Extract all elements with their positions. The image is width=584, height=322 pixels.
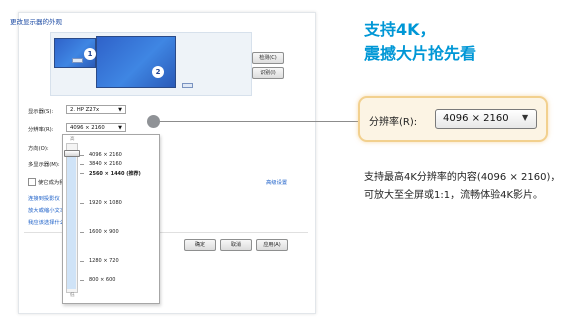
resolution-option-recommended[interactable]: 2560 × 1440 (推荐) (89, 170, 141, 177)
advanced-settings-link[interactable]: 高级设置 (266, 178, 287, 186)
slider-tick (80, 232, 84, 233)
display-select-value: 2. HP Z27x (70, 107, 100, 113)
slider-tick (80, 280, 84, 281)
resolution-option[interactable]: 1920 × 1080 (89, 200, 122, 206)
detect-button[interactable]: 检测(C) (252, 52, 284, 64)
slider-fill (67, 152, 76, 289)
resolution-option[interactable]: 1280 × 720 (89, 258, 119, 264)
chevron-down-icon: ▼ (522, 113, 529, 122)
monitor-1-number: 1 (84, 48, 96, 60)
resolution-slider-thumb[interactable] (64, 150, 80, 157)
slider-low-label: 低 (70, 293, 75, 298)
monitor-2-taskbar-icon (182, 83, 193, 88)
monitor-2-number: 2 (152, 66, 164, 78)
chevron-down-icon: ▼ (118, 107, 122, 113)
slider-high-label: 高 (70, 137, 75, 142)
callout-resolution-label: 分辨率(R): (369, 117, 418, 128)
connector-dot (147, 115, 160, 128)
monitor-1-taskbar-icon (72, 58, 83, 63)
resolution-option[interactable]: 800 × 600 (89, 277, 115, 283)
identify-button[interactable]: 识别(I) (252, 67, 284, 79)
description-line-1: 支持最高4K分辨率的内容(4096 × 2160)， (364, 172, 561, 183)
resolution-option[interactable]: 3840 × 2160 (89, 161, 122, 167)
slider-tick (80, 203, 84, 204)
description-line-2: 可放大至全屏或1:1，流畅体验4K影片。 (364, 190, 544, 201)
cancel-button[interactable]: 取消 (220, 239, 252, 251)
callout-resolution-value: 4096 × 2160 (443, 113, 509, 124)
apply-button[interactable]: 应用(A) (256, 239, 288, 251)
connector-line (159, 121, 358, 122)
ok-button[interactable]: 确定 (184, 239, 216, 251)
headline-line-1: 支持4K， (364, 20, 436, 39)
headline-line-2: 震撼大片抢先看 (364, 44, 477, 63)
resolution-select[interactable]: 4096 × 2160 ▼ (66, 123, 126, 132)
help-link[interactable]: 我应该选择什么 (28, 218, 65, 226)
text-size-link[interactable]: 放大或缩小文本 (28, 206, 65, 214)
slider-tick (80, 261, 84, 262)
resolution-option[interactable]: 1600 × 900 (89, 229, 119, 235)
slider-tick (80, 155, 84, 156)
dialog-title: 更改显示器的外观 (10, 18, 62, 26)
make-main-display-checkbox[interactable] (28, 178, 36, 186)
orientation-label: 方向(O): (28, 146, 49, 152)
slider-tick (80, 173, 84, 174)
slider-tick (80, 164, 84, 165)
monitor-2[interactable] (96, 36, 176, 88)
display-select[interactable]: 2. HP Z27x ▼ (66, 105, 126, 114)
resolution-option[interactable]: 4096 × 2160 (89, 152, 122, 158)
display-label: 显示器(S): (28, 109, 54, 115)
resolution-label: 分辨率(R): (28, 127, 54, 133)
resolution-select-value: 4096 × 2160 (70, 125, 105, 131)
projector-link[interactable]: 连接到投影仪 (28, 194, 60, 202)
multi-display-label: 多显示器(M): (28, 162, 60, 168)
chevron-down-icon: ▼ (118, 125, 122, 131)
